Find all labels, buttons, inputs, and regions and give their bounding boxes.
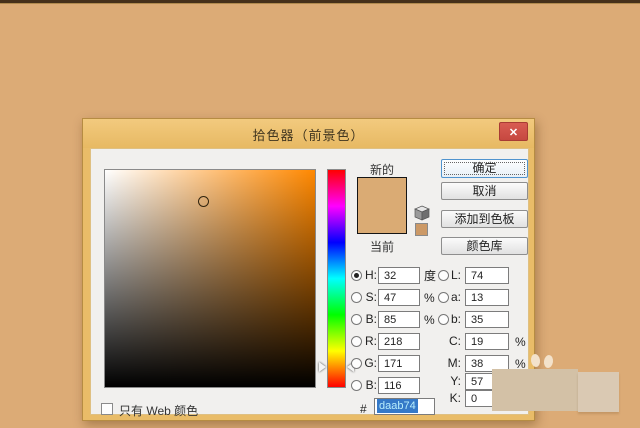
c-label: C: [445, 333, 461, 350]
websafe-color-swatch[interactable] [415, 223, 428, 236]
c-input[interactable] [465, 333, 509, 350]
m-label: M: [445, 355, 461, 372]
hex-input[interactable]: daab74 [374, 398, 435, 415]
l-input[interactable] [465, 267, 509, 284]
hex-value: daab74 [377, 399, 418, 413]
web-only-checkbox[interactable] [101, 403, 113, 415]
bb-label: b: [445, 311, 461, 328]
ok-button[interactable]: 确定 [441, 159, 528, 178]
c-unit: % [515, 334, 526, 351]
k-label: K: [445, 390, 461, 407]
new-color-label: 新的 [357, 161, 407, 178]
add-to-swatches-button[interactable]: 添加到色板 [441, 210, 528, 228]
a-label: a: [445, 289, 461, 306]
color-swatch [357, 177, 407, 234]
cancel-button[interactable]: 取消 [441, 182, 528, 200]
a-input[interactable] [465, 289, 509, 306]
close-button[interactable]: ✕ [499, 122, 528, 141]
dialog-title: 拾色器（前景色） [83, 125, 534, 144]
new-color-swatch [358, 178, 406, 206]
overlay-card-right [578, 372, 619, 412]
web-gamut-cube-icon[interactable] [414, 205, 430, 221]
current-color-label: 当前 [357, 238, 407, 255]
desktop: 拾色器（前景色） ✕ 新的 当前 确定 [0, 0, 640, 428]
hex-prefix-label: # [360, 402, 367, 416]
color-picker-dialog: 拾色器（前景色） ✕ 新的 当前 确定 [82, 118, 535, 421]
color-field-marker[interactable] [198, 196, 209, 207]
close-icon: ✕ [509, 127, 518, 139]
dialog-titlebar[interactable]: 拾色器（前景色） ✕ [83, 119, 534, 148]
color-libraries-button[interactable]: 颜色库 [441, 237, 528, 255]
l-label: L: [445, 267, 461, 284]
web-only-label: 只有 Web 颜色 [119, 402, 198, 419]
top-edge-strip [0, 0, 640, 4]
bb-input[interactable] [465, 311, 509, 328]
current-color-swatch[interactable] [358, 206, 406, 234]
overlay-card-left [492, 369, 578, 411]
y-label: Y: [445, 373, 461, 390]
overlay-dot-2 [543, 354, 554, 368]
